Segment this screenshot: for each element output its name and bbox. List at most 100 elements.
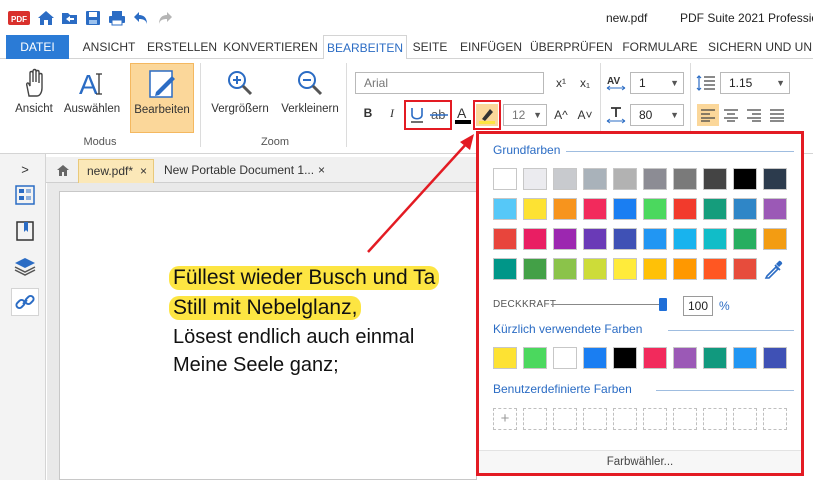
tab-sichern[interactable]: SICHERN UND UN [708,35,813,59]
recent-color-swatch[interactable] [673,347,697,369]
color-swatch[interactable] [553,168,577,190]
line-spacing-select[interactable]: 1.15 ▼ [720,72,790,94]
color-swatch[interactable] [763,198,787,220]
custom-color-slot[interactable] [583,408,607,430]
eyedropper-icon[interactable] [763,258,787,280]
color-swatch[interactable] [703,198,727,220]
font-family-select[interactable]: Arial [355,72,544,94]
color-swatch[interactable] [523,198,547,220]
bearbeiten-button[interactable]: Bearbeiten [130,63,194,133]
tab-bearbeiten[interactable]: BEARBEITEN [323,35,407,60]
superscript-button[interactable]: x¹ [550,72,572,94]
custom-color-slot[interactable] [703,408,727,430]
text-line-2[interactable]: Still mit Nebelglanz, [169,296,362,320]
vergroessern-button[interactable]: Vergrößern [207,63,273,133]
tab-ansicht[interactable]: ANSICHT [76,35,142,59]
links-icon[interactable] [11,288,39,316]
tab-einfuegen[interactable]: EINFÜGEN [457,35,525,59]
recent-color-swatch[interactable] [613,347,637,369]
text-line-4[interactable]: Meine Seele ganz; [173,354,339,377]
close-icon[interactable]: × [140,160,147,182]
opacity-input[interactable]: 100 [683,296,713,316]
color-swatch[interactable] [733,168,757,190]
save-icon[interactable] [85,9,101,27]
color-swatch[interactable] [763,228,787,250]
align-left-button[interactable] [697,104,719,126]
doc-tab-new-pdf[interactable]: new.pdf* × [78,159,154,183]
tab-konvertieren[interactable]: KONVERTIEREN [223,35,318,59]
recent-color-swatch[interactable] [703,347,727,369]
custom-color-slot[interactable] [763,408,787,430]
color-swatch[interactable] [673,198,697,220]
align-justify-button[interactable] [766,104,788,126]
color-swatch[interactable] [583,168,607,190]
recent-color-swatch[interactable] [493,347,517,369]
color-swatch[interactable] [613,228,637,250]
color-swatch[interactable] [703,228,727,250]
color-swatch[interactable] [703,168,727,190]
char-spacing-select[interactable]: 1 ▼ [630,72,684,94]
color-swatch[interactable] [583,258,607,280]
text-scale-select[interactable]: 80 ▼ [630,104,684,126]
custom-color-slot[interactable] [553,408,577,430]
color-swatch[interactable] [613,198,637,220]
color-swatch[interactable] [493,198,517,220]
color-swatch[interactable] [493,228,517,250]
custom-color-slot[interactable] [613,408,637,430]
recent-color-swatch[interactable] [583,347,607,369]
auswaehlen-button[interactable]: A Auswählen [60,63,124,133]
color-swatch[interactable] [523,168,547,190]
grow-font-button[interactable]: A^ [550,104,572,126]
subscript-button[interactable]: x₁ [574,72,596,94]
tab-datei[interactable]: DATEI [6,35,69,59]
tab-formulare[interactable]: FORMULARE [619,35,701,59]
recent-color-swatch[interactable] [523,347,547,369]
ansicht-button[interactable]: Ansicht [2,63,66,133]
custom-color-slot[interactable] [673,408,697,430]
thumbnails-icon[interactable] [14,184,36,206]
color-swatch[interactable] [553,228,577,250]
align-center-button[interactable] [720,104,742,126]
tab-ueberpruefen[interactable]: ÜBERPRÜFEN [530,35,613,59]
recent-color-swatch[interactable] [643,347,667,369]
color-swatch[interactable] [523,228,547,250]
color-swatch[interactable] [583,228,607,250]
add-custom-color-button[interactable]: + [493,408,517,430]
layers-icon[interactable] [14,255,36,277]
color-swatch[interactable] [553,198,577,220]
color-swatch[interactable] [643,258,667,280]
recent-color-swatch[interactable] [763,347,787,369]
custom-color-slot[interactable] [643,408,667,430]
color-swatch[interactable] [733,198,757,220]
opacity-slider-thumb[interactable] [659,298,667,311]
doc-tab-new-portable-document[interactable]: New Portable Document 1... × [156,159,331,183]
text-line-3[interactable]: Lösest endlich auch einmal [173,326,414,349]
text-line-1[interactable]: Füllest wieder Busch und Ta [169,266,440,290]
font-size-select[interactable]: 12 ▼ [503,104,547,126]
color-swatch[interactable] [733,228,757,250]
color-swatch[interactable] [523,258,547,280]
color-swatch[interactable] [493,258,517,280]
tab-erstellen[interactable]: ERSTELLEN [146,35,218,59]
close-icon[interactable]: × [318,159,325,181]
color-swatch[interactable] [613,258,637,280]
color-swatch[interactable] [553,258,577,280]
align-right-button[interactable] [743,104,765,126]
open-folder-icon[interactable] [61,9,79,27]
color-chooser-button[interactable]: Farbwähler... [479,450,801,473]
color-swatch[interactable] [733,258,757,280]
custom-color-slot[interactable] [523,408,547,430]
undo-icon[interactable] [133,9,149,27]
panel-expand-icon[interactable]: > [14,158,36,180]
verkleinern-button[interactable]: Verkleinern [277,63,343,133]
color-swatch[interactable] [673,258,697,280]
recent-color-swatch[interactable] [733,347,757,369]
color-swatch[interactable] [613,168,637,190]
color-swatch[interactable] [643,168,667,190]
color-swatch[interactable] [583,198,607,220]
opacity-slider-track[interactable] [551,304,663,305]
color-swatch[interactable] [703,258,727,280]
color-swatch[interactable] [643,228,667,250]
tab-seite[interactable]: SEITE [410,35,450,59]
bookmarks-icon[interactable] [14,220,36,242]
